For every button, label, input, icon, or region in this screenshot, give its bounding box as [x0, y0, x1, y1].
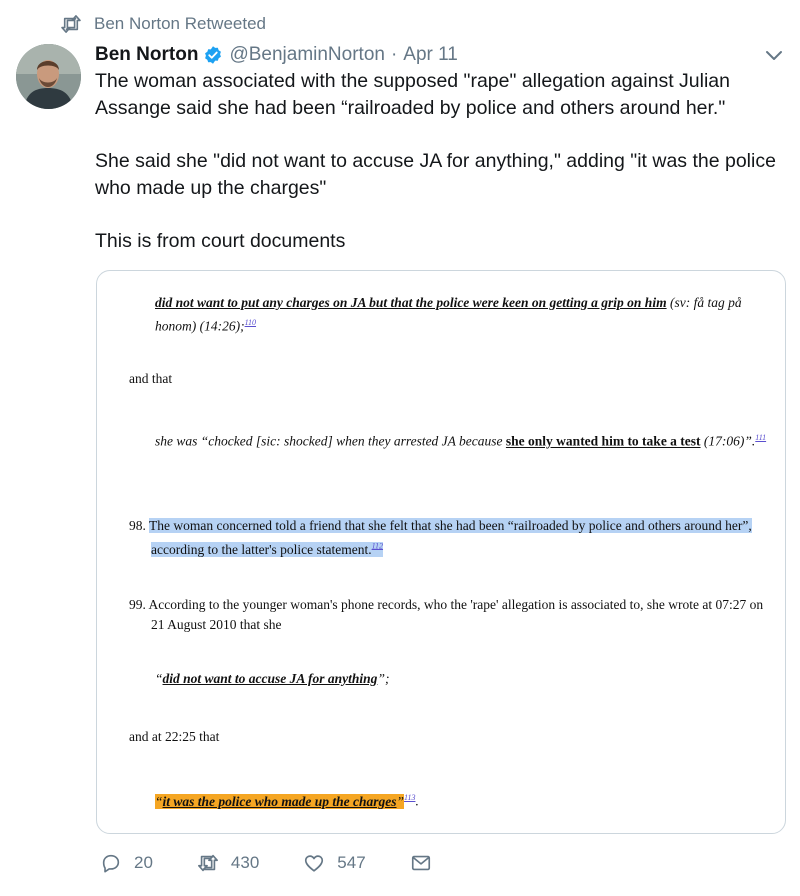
- tweet-header: Ben Norton @BenjaminNorton · Apr 11: [95, 42, 780, 68]
- retweet-context[interactable]: Ben Norton Retweeted: [60, 14, 266, 34]
- doc-line: and that: [129, 371, 173, 386]
- reply-count: 20: [134, 853, 153, 872]
- doc-line: according to the latter's police stateme…: [151, 536, 384, 560]
- footnote-link: 110: [244, 318, 257, 327]
- tweet-paragraph: The woman associated with the supposed "…: [95, 70, 730, 119]
- like-button[interactable]: 547: [303, 852, 366, 874]
- retweet-button[interactable]: 430: [197, 852, 259, 874]
- media-image-court-document[interactable]: did not want to put any charges on JA bu…: [96, 270, 786, 834]
- heart-icon: [305, 855, 324, 872]
- doc-line-98: 98. The woman concerned told a friend th…: [129, 518, 752, 533]
- doc-line: honom) (14:26);110: [155, 318, 257, 334]
- doc-line: 21 August 2010 that she: [151, 617, 282, 632]
- highlight-blue: The woman concerned told a friend that s…: [149, 518, 752, 533]
- doc-line-99: 99. According to the younger woman's pho…: [129, 597, 764, 612]
- avatar[interactable]: [16, 44, 81, 109]
- doc-line: did not want to put any charges on JA bu…: [155, 295, 742, 310]
- highlight-blue: according to the latter's police stateme…: [151, 541, 384, 557]
- tweet-actions: 20 430 547: [100, 852, 488, 874]
- chevron-down-icon[interactable]: [764, 48, 784, 62]
- doc-quote: “it was the police who made up the charg…: [155, 793, 419, 809]
- reply-icon: [102, 854, 120, 873]
- retweet-icon: [61, 15, 81, 33]
- doc-quote: “did not want to accuse JA for anything”…: [155, 671, 390, 686]
- tweet-paragraph: This is from court documents: [95, 230, 346, 252]
- retweet-label: Ben Norton Retweeted: [94, 14, 266, 33]
- retweet-icon: [197, 854, 218, 872]
- reply-button[interactable]: 20: [100, 852, 153, 874]
- verified-badge-icon: [205, 46, 222, 64]
- tweet-paragraph: She said she "did not want to accuse JA …: [95, 150, 776, 199]
- author-handle[interactable]: @BenjaminNorton: [229, 44, 385, 66]
- doc-line: she was “chocked [sic: shocked] when the…: [155, 433, 767, 449]
- avatar-image: [16, 44, 81, 109]
- direct-message-button[interactable]: [410, 852, 444, 874]
- retweet-count: 430: [230, 853, 260, 872]
- highlight-orange: “it was the police who made up the charg…: [155, 793, 405, 809]
- like-count: 547: [337, 853, 366, 872]
- footnote-link: 111: [755, 433, 767, 442]
- footnote-link: 113: [404, 793, 416, 802]
- tweet-text: The woman associated with the supposed "…: [95, 68, 785, 255]
- tweet-date[interactable]: Apr 11: [403, 44, 458, 66]
- separator-dot: ·: [390, 44, 398, 65]
- footnote-link: 112: [371, 541, 384, 550]
- envelope-icon: [411, 855, 430, 871]
- doc-line: and at 22:25 that: [129, 729, 220, 744]
- author-name[interactable]: Ben Norton: [95, 44, 198, 66]
